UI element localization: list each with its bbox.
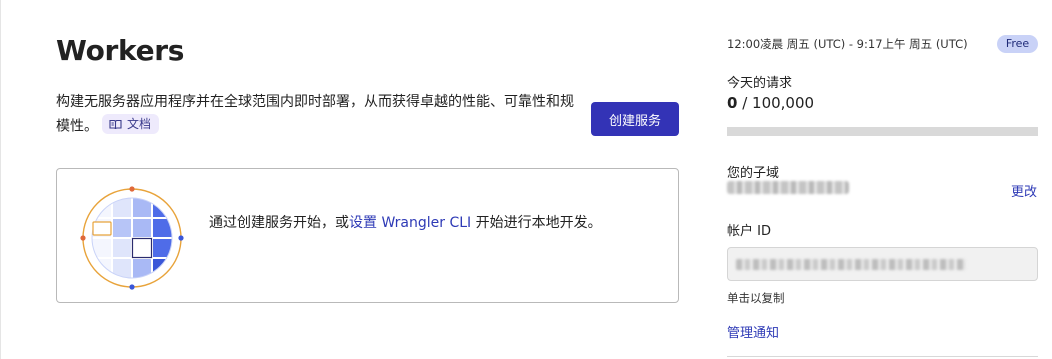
manage-notifications-link[interactable]: 管理通知 (727, 322, 779, 341)
book-icon (109, 119, 122, 129)
subdomain-value-redacted (727, 181, 849, 194)
requests-progress-bar (727, 127, 1038, 136)
requests-label: 今天的请求 (727, 76, 793, 91)
page-title: Workers (56, 34, 185, 67)
subdomain-label: 您的子域 (727, 166, 780, 181)
get-started-card: 通过创建服务开始，或设置 Wrangler CLI 开始进行本地开发。 (56, 168, 679, 303)
requests-value: 0 / 100,000 (727, 94, 814, 112)
requests-used: 0 (727, 94, 738, 112)
time-range-label: 12:00凌晨 周五 (UTC) - 9:17上午 周五 (UTC) (727, 37, 968, 51)
plan-badge: Free (997, 35, 1038, 53)
get-started-prefix: 通过创建服务开始，或 (209, 215, 349, 231)
create-service-button[interactable]: 创建服务 (591, 102, 679, 136)
left-divider (0, 0, 1, 359)
page-description: 构建无服务器应用程序并在全球范围内即时部署，从而获得卓越的性能、可靠性和规模性。… (56, 90, 576, 139)
get-started-text: 通过创建服务开始，或设置 Wrangler CLI 开始进行本地开发。 (209, 211, 639, 235)
docs-label: 文档 (127, 117, 152, 131)
requests-limit: 100,000 (752, 94, 815, 112)
account-id-field[interactable] (727, 247, 1038, 281)
change-subdomain-link[interactable]: 更改 (1011, 181, 1037, 200)
get-started-suffix: 开始进行本地开发。 (471, 215, 602, 231)
wrangler-cli-link[interactable]: 设置 Wrangler CLI (349, 215, 471, 231)
copy-hint: 单击以复制 (727, 291, 785, 305)
account-id-redacted (736, 259, 966, 270)
docs-link[interactable]: 文档 (102, 114, 160, 134)
requests-separator: / (737, 94, 753, 112)
sidebar-divider (727, 356, 1038, 357)
globe-illustration (80, 186, 184, 290)
account-id-label: 帐户 ID (727, 224, 771, 239)
